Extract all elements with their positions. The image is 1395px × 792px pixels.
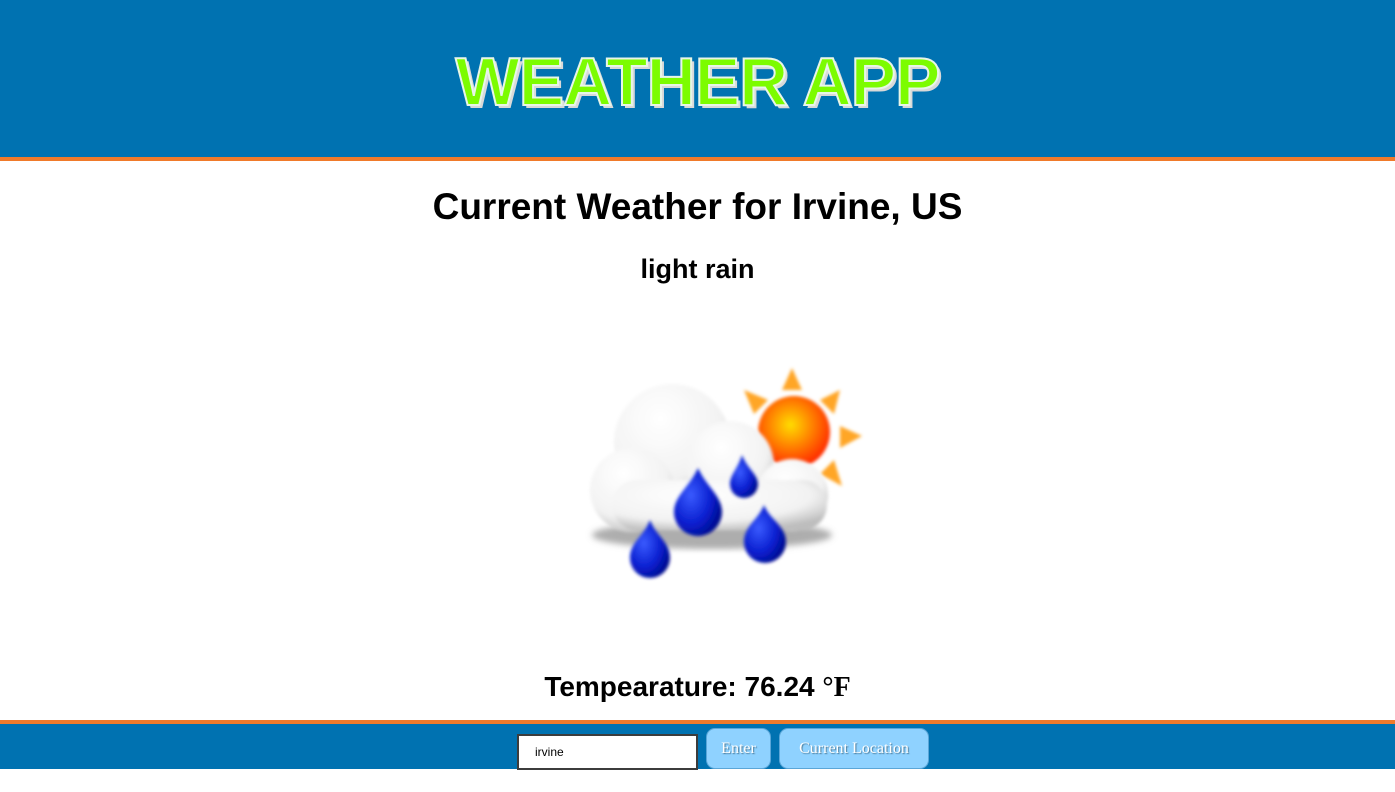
temperature-readout: Tempearature: 76.24 °F bbox=[0, 669, 1395, 706]
enter-button[interactable]: Enter bbox=[706, 728, 771, 769]
current-location-button[interactable]: Current Location bbox=[779, 728, 929, 769]
weather-description: light rain bbox=[640, 254, 755, 284]
light-rain-partly-sunny-icon bbox=[590, 368, 862, 578]
city-search-input[interactable] bbox=[517, 734, 698, 770]
temperature-unit: °F bbox=[822, 672, 851, 703]
location-title: Current Weather for Irvine, US bbox=[432, 186, 963, 227]
temperature-value: Tempearature: 76.24 bbox=[544, 671, 815, 702]
app-title: WEATHER APP bbox=[455, 43, 942, 121]
search-footer: Enter Current Location bbox=[0, 720, 1395, 770]
app-header: WEATHER APP bbox=[0, 0, 1395, 161]
